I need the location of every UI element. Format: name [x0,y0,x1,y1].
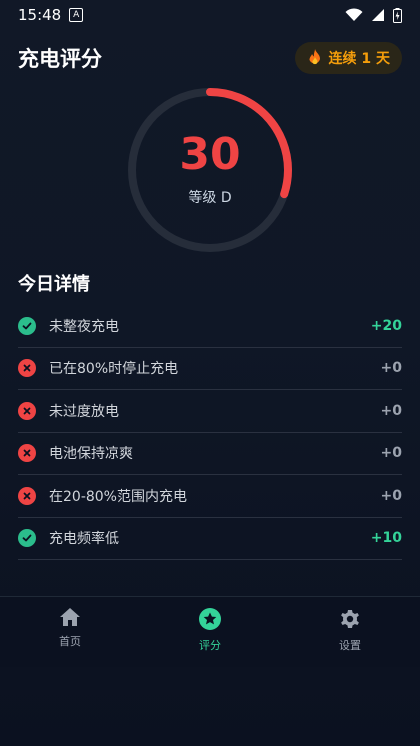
streak-badge: 连续 1 天 [294,42,402,74]
check-icon [18,316,36,335]
nav-home-label: 首页 [59,635,81,648]
cross-icon [18,359,36,378]
list-item: 未过度放电 +0 [18,390,402,433]
section-title: 今日详情 [18,274,90,295]
streak-label: 连续 1 天 [328,51,391,67]
cross-icon [18,486,36,505]
item-points: +0 [380,402,402,419]
list-item: 未整夜充电 +20 [18,305,402,348]
item-points: +10 [370,530,402,547]
header: 充电评分 连续 1 天 [18,40,402,76]
list-item: 在20-80%范围内充电 +0 [18,475,402,518]
fire-icon [309,49,320,65]
item-label: 在20-80%范围内充电 [49,488,187,505]
score-gauge: 30 等级 D [126,86,294,254]
today-details-list: 未整夜充电 +20 已在80%时停止充电 +0 未过度放电 +0 电池保持凉爽 … [18,305,402,560]
nav-settings-label: 设置 [339,639,361,652]
list-item: 充电频率低 +10 [18,518,402,560]
cross-icon [18,444,36,463]
home-icon [60,608,80,626]
grade-label: 等级 D [188,190,232,206]
item-label: 已在80%时停止充电 [49,361,179,378]
nav-settings[interactable]: 设置 [280,597,420,667]
star-badge-icon [199,608,221,630]
nav-score-label: 评分 [199,639,221,652]
wifi-icon [345,8,363,21]
item-points: +0 [380,487,402,504]
item-points: +0 [380,360,402,377]
page-title: 充电评分 [18,47,102,71]
list-item: 电池保持凉爽 +0 [18,433,402,475]
item-label: 电池保持凉爽 [49,446,133,463]
list-item: 已在80%时停止充电 +0 [18,348,402,390]
app-screen: 15:48 A 充电评分 连续 1 天 30 等级 D 今日详情 未整夜充电 +… [0,0,420,746]
nav-home[interactable]: 首页 [0,597,140,667]
score-value: 30 [179,129,241,180]
signal-icon [372,9,384,21]
status-bar: 15:48 A [0,0,420,30]
item-label: 未过度放电 [49,403,119,420]
bottom-nav: 首页 评分 设置 [0,596,420,667]
battery-charging-icon [393,7,402,23]
item-label: 充电频率低 [49,531,119,548]
app-notification-icon: A [69,8,84,22]
status-time: 15:48 [18,6,62,24]
item-points: +0 [380,445,402,462]
item-label: 未整夜充电 [49,318,119,335]
cross-icon [18,401,36,420]
item-points: +20 [370,317,402,334]
nav-score[interactable]: 评分 [140,597,280,667]
gear-icon [341,610,359,628]
check-icon [18,529,36,548]
